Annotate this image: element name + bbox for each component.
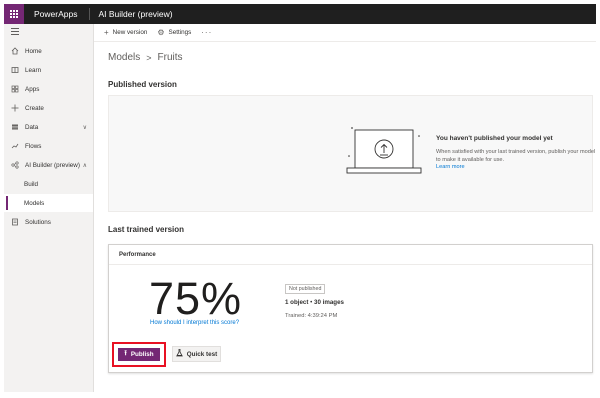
sidebar-item-label: Learn	[25, 66, 42, 74]
performance-card: Performance 75% How should I interpret t…	[108, 244, 593, 373]
divider	[89, 8, 91, 20]
flow-icon	[11, 142, 19, 150]
quick-test-label: Quick test	[186, 350, 218, 358]
breadcrumb: Models > Fruits	[108, 52, 183, 63]
chevron-right-icon: >	[146, 52, 152, 63]
new-version-button[interactable]: + New version	[104, 28, 147, 37]
performance-score: 75%	[149, 273, 243, 324]
home-icon	[11, 47, 19, 55]
top-bar: PowerApps AI Builder (preview)	[4, 4, 596, 24]
section-title: AI Builder (preview)	[98, 9, 173, 19]
bullet-separator: •	[310, 299, 313, 306]
status-badge: Not published	[285, 284, 326, 294]
new-version-label: New version	[112, 29, 148, 36]
performance-title: Performance	[119, 252, 156, 258]
interpret-score-link[interactable]: How should I interpret this score?	[150, 320, 239, 326]
apps-icon	[11, 85, 19, 93]
object-count: 1 object	[285, 299, 309, 306]
sidebar: Home Learn Apps Create Data ∨ Flows AI B…	[4, 24, 94, 392]
sidebar-item-label: Home	[25, 47, 42, 55]
empty-state-title: You haven't published your model yet	[436, 135, 553, 142]
sidebar-item-label: Models	[24, 199, 45, 207]
published-version-card: You haven't published your model yet Whe…	[108, 95, 596, 212]
sidebar-item-create[interactable]: Create	[4, 99, 93, 117]
divider	[109, 264, 592, 265]
laptop-upload-icon	[346, 127, 422, 174]
command-bar: + New version ⚙ Settings ···	[94, 24, 596, 42]
sidebar-item-apps[interactable]: Apps	[4, 80, 93, 98]
gear-icon: ⚙	[157, 28, 165, 37]
breadcrumb-models-link[interactable]: Models	[108, 52, 140, 63]
upload-icon: ⭱	[124, 350, 127, 357]
sidebar-item-label: Data	[25, 123, 39, 131]
sidebar-item-solutions[interactable]: Solutions	[4, 213, 93, 231]
empty-state-body: When satisfied with your last trained ve…	[436, 149, 596, 163]
sidebar-item-label: AI Builder (preview)	[25, 161, 80, 169]
ai-builder-icon	[11, 161, 19, 169]
waffle-icon	[10, 10, 18, 18]
publish-label: Publish	[130, 351, 154, 358]
publish-button[interactable]: ⭱ Publish	[118, 348, 160, 361]
hamburger-menu-icon[interactable]	[11, 28, 19, 36]
book-icon	[11, 66, 19, 74]
sidebar-item-label: Solutions	[25, 218, 51, 226]
chevron-up-icon[interactable]: ∧	[83, 162, 87, 169]
sidebar-item-data[interactable]: Data ∨	[4, 118, 93, 136]
flask-icon	[175, 349, 183, 359]
plus-icon	[11, 104, 19, 112]
sidebar-item-label: Build	[24, 180, 39, 188]
trained-timestamp: Trained: 4:39:24 PM	[285, 313, 338, 319]
settings-button[interactable]: ⚙ Settings	[157, 28, 191, 37]
published-version-heading: Published version	[108, 80, 177, 89]
settings-label: Settings	[168, 29, 192, 36]
more-options-icon[interactable]: ···	[201, 28, 212, 37]
app-title[interactable]: PowerApps	[34, 9, 77, 19]
sidebar-item-ai-builder[interactable]: AI Builder (preview) ∧	[4, 156, 93, 174]
sidebar-item-label: Create	[25, 104, 44, 112]
chevron-down-icon[interactable]: ∨	[83, 124, 87, 131]
breadcrumb-current: Fruits	[157, 52, 183, 63]
sidebar-item-models[interactable]: Models	[4, 194, 93, 212]
sidebar-item-flows[interactable]: Flows	[4, 137, 93, 155]
solutions-icon	[11, 218, 19, 226]
plus-icon: +	[104, 28, 109, 37]
image-count: 30 images	[314, 299, 344, 306]
sidebar-item-learn[interactable]: Learn	[4, 61, 93, 79]
last-trained-version-heading: Last trained version	[108, 225, 185, 234]
sidebar-item-build[interactable]: Build	[4, 175, 93, 193]
training-counts: 1 object • 30 images	[285, 299, 344, 306]
sidebar-item-label: Apps	[25, 85, 40, 93]
app-launcher-button[interactable]	[4, 4, 24, 24]
table-icon	[11, 123, 19, 131]
learn-more-link[interactable]: Learn more	[436, 164, 465, 170]
sidebar-item-home[interactable]: Home	[4, 42, 93, 60]
publish-highlight: ⭱ Publish	[112, 342, 166, 367]
quick-test-button[interactable]: Quick test	[172, 346, 221, 362]
sidebar-item-label: Flows	[25, 142, 42, 150]
